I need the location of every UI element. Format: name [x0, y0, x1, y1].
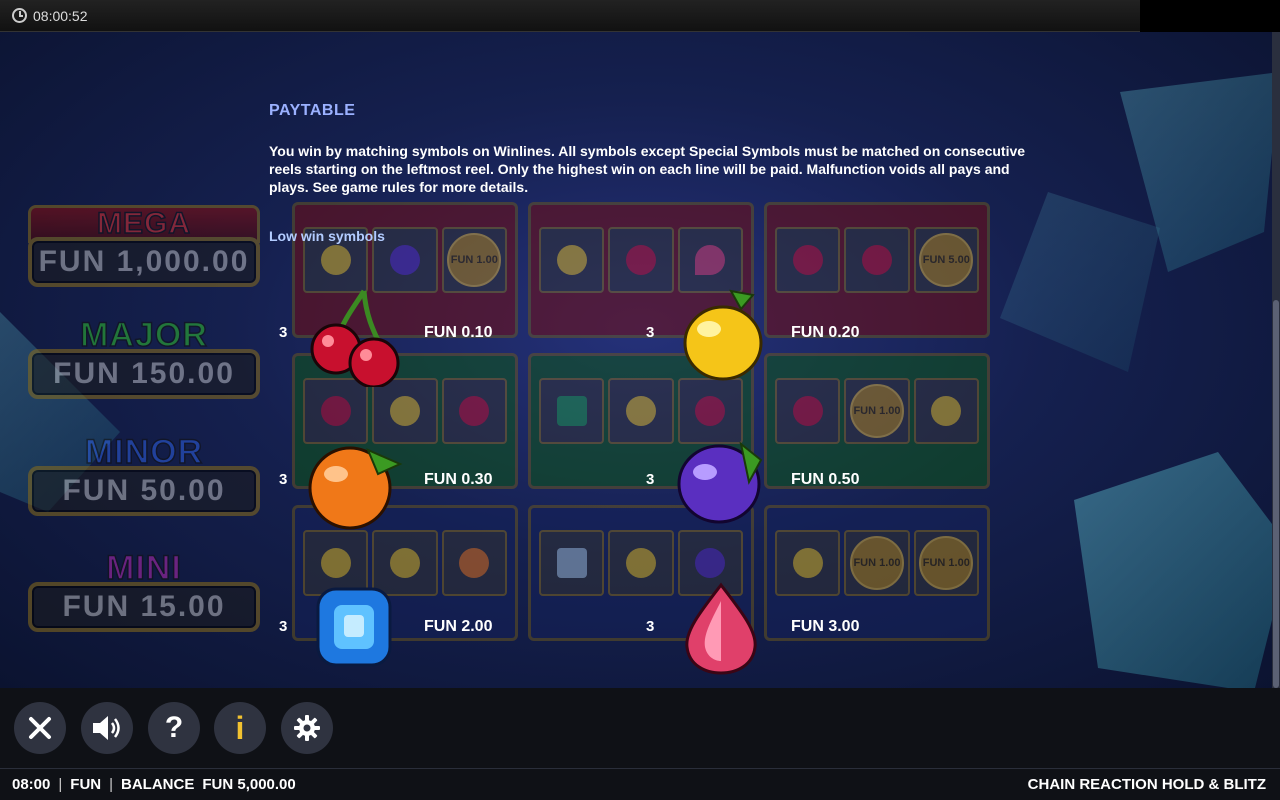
- jackpot-value: FUN 150.00: [28, 349, 260, 399]
- paytable-entry-plum: 3 FUN 0.50: [636, 434, 966, 524]
- reel-cell: [539, 227, 605, 293]
- cherry-icon: [310, 289, 400, 387]
- info-button[interactable]: i: [214, 702, 266, 754]
- lemon-icon: [683, 289, 763, 381]
- info-icon: i: [235, 709, 245, 746]
- lemon-icon: [389, 396, 420, 426]
- symbol-count: 3: [279, 618, 288, 635]
- help-icon: ?: [164, 711, 184, 744]
- cherry-icon: [695, 396, 726, 426]
- paytable-title: PAYTABLE: [269, 102, 356, 119]
- bottom-toolbar: ? i: [0, 688, 1280, 768]
- emerald-icon: [556, 396, 587, 426]
- orange-icon: [308, 446, 403, 530]
- symbol-count: 3: [646, 324, 655, 341]
- blue-gem-icon: [316, 587, 392, 667]
- cherry-icon: [459, 396, 490, 426]
- jackpot-value: FUN 15.00: [28, 582, 260, 632]
- cherry-icon: [320, 396, 351, 426]
- paytable-entry-orange: 3 FUN 0.30: [269, 434, 599, 530]
- symbol-count: 3: [279, 471, 288, 488]
- cherry-icon: [792, 396, 823, 426]
- lemon-icon: [556, 245, 587, 275]
- cherry-icon: [792, 245, 823, 275]
- crystal-decoration: [1000, 192, 1160, 372]
- separator: |: [58, 776, 63, 793]
- symbol-count: 3: [279, 324, 288, 341]
- reel-cell: FUN 5.00: [913, 227, 979, 293]
- jackpot-mini: MINI FUN 15.00: [28, 548, 260, 632]
- lemon-icon: [625, 548, 656, 578]
- coin-icon: FUN 1.00: [849, 384, 904, 438]
- lemon-icon: [625, 396, 656, 426]
- symbol-pay: FUN 0.20: [791, 324, 860, 341]
- plum-icon: [389, 245, 420, 275]
- symbol-pay: FUN 3.00: [791, 618, 860, 635]
- reel-cell: [608, 227, 674, 293]
- sound-icon: [93, 716, 120, 740]
- reel-cell: [775, 227, 841, 293]
- system-clock: 08:00:52: [33, 7, 88, 24]
- crystal-decoration: [1074, 452, 1280, 688]
- paytable-entry-lemon: 3 FUN 0.20: [636, 287, 966, 381]
- jackpot-major: MAJOR FUN 150.00: [28, 315, 260, 399]
- paytable-entry-blue-gem: 3 FUN 2.00: [269, 581, 599, 671]
- help-button[interactable]: ?: [148, 702, 200, 754]
- separator: |: [109, 776, 114, 793]
- coin-icon: FUN 5.00: [919, 233, 974, 287]
- pink-gem-icon: [695, 245, 726, 275]
- jackpot-value: FUN 1,000.00: [28, 237, 260, 287]
- game-title: CHAIN REACTION HOLD & BLITZ: [1027, 776, 1266, 793]
- cherry-icon: [861, 245, 892, 275]
- symbol-pay: FUN 0.50: [791, 471, 860, 488]
- status-bar: 08:00 | FUN | BALANCE FUN 5,000.00 CHAIN…: [0, 768, 1280, 800]
- balance-value: FUN 5,000.00: [202, 776, 296, 793]
- lemon-icon: [320, 548, 351, 578]
- paytable-entry-pink-gem: 3 FUN 3.00: [636, 581, 966, 675]
- balance-label: BALANCE: [121, 776, 195, 793]
- jackpot-value: FUN 50.00: [28, 466, 260, 516]
- game-screen: 08:00:52 MEGA FUN 1,000.00 MAJOR FUN 150…: [0, 0, 1280, 800]
- symbol-pay: FUN 0.10: [424, 324, 493, 341]
- lemon-icon: [389, 548, 420, 578]
- orange-icon: [459, 548, 490, 578]
- lemon-icon: [792, 548, 823, 578]
- reel-cell: FUN 1.00: [441, 227, 507, 293]
- jackpot-minor: MINOR FUN 50.00: [28, 432, 260, 516]
- close-icon: [29, 717, 51, 739]
- diamond-icon: [556, 548, 587, 578]
- plum-icon: [695, 548, 726, 578]
- scrollbar-thumb[interactable]: [1273, 300, 1279, 688]
- settings-button[interactable]: [281, 702, 333, 754]
- symbol-pay: FUN 0.30: [424, 471, 493, 488]
- status-time: 08:00: [12, 776, 51, 793]
- lemon-icon: [931, 396, 962, 426]
- settings-icon: [294, 715, 320, 741]
- paytable-description: You win by matching symbols on Winlines.…: [269, 143, 1026, 195]
- status-mode: FUN: [70, 776, 102, 793]
- lemon-icon: [320, 245, 351, 275]
- plum-icon: [677, 441, 763, 524]
- symbol-count: 3: [646, 471, 655, 488]
- reel-cell: [677, 227, 743, 293]
- jackpot-mega: MEGA FUN 1,000.00: [28, 205, 260, 287]
- reel-cell: [844, 227, 910, 293]
- sound-button[interactable]: [81, 702, 133, 754]
- coin-icon: FUN 1.00: [447, 233, 502, 287]
- system-bar-right: [1140, 0, 1280, 32]
- paytable-entry-cherry: 3 FUN 0.10: [269, 287, 599, 387]
- clock-icon: [12, 8, 27, 23]
- symbol-pay: FUN 2.00: [424, 618, 493, 635]
- paytable-section-title: Low win symbols: [269, 228, 385, 244]
- symbol-count: 3: [646, 618, 655, 635]
- cherry-icon: [625, 245, 656, 275]
- pink-gem-icon: [685, 582, 757, 675]
- close-button[interactable]: [14, 702, 66, 754]
- system-bar: 08:00:52: [0, 0, 1140, 32]
